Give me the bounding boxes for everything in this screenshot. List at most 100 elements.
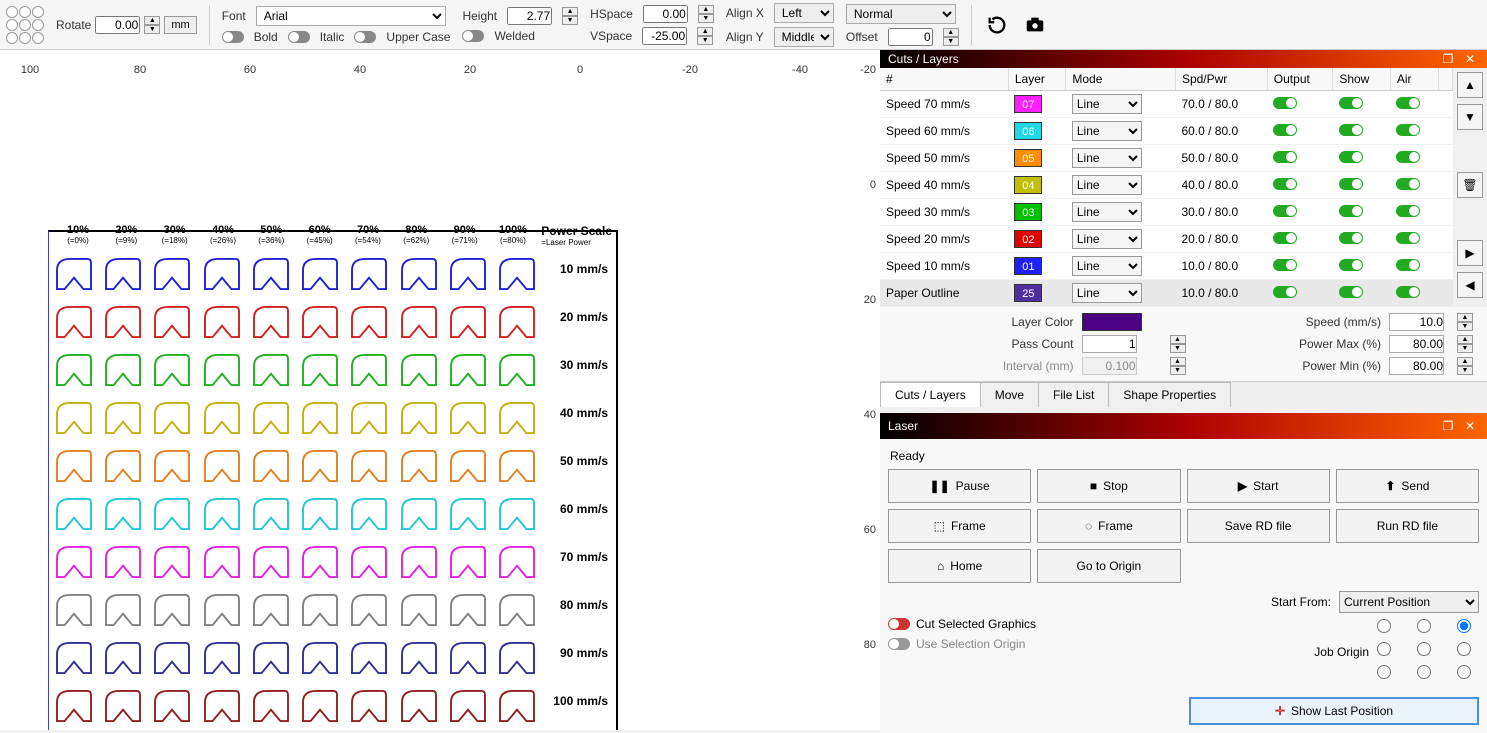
test-shape[interactable] [252, 449, 290, 483]
restore-icon[interactable]: ❐ [1439, 50, 1457, 68]
test-shape[interactable] [449, 305, 487, 339]
test-shape[interactable] [301, 353, 339, 387]
test-shape[interactable] [55, 257, 93, 291]
test-shape[interactable] [104, 545, 142, 579]
powermax-input[interactable] [1389, 335, 1444, 353]
test-shape[interactable] [301, 257, 339, 291]
output-toggle[interactable] [1273, 151, 1297, 163]
test-shape[interactable] [498, 689, 536, 723]
test-shape[interactable] [449, 497, 487, 531]
test-shape[interactable] [252, 305, 290, 339]
test-shape[interactable] [449, 593, 487, 627]
output-toggle[interactable] [1273, 178, 1297, 190]
send-button[interactable]: ⬆Send [1336, 469, 1479, 503]
test-shape[interactable] [400, 641, 438, 675]
mode-select[interactable]: Line [1072, 148, 1142, 168]
test-shape[interactable] [55, 689, 93, 723]
canvas-area[interactable]: 100806040200-20-40 -20020406080 10%(=0%)… [0, 50, 880, 730]
air-toggle[interactable] [1396, 205, 1420, 217]
test-shape[interactable] [55, 545, 93, 579]
test-shape[interactable] [55, 449, 93, 483]
test-shape[interactable] [203, 545, 241, 579]
test-shape[interactable] [498, 497, 536, 531]
goto-origin-button[interactable]: Go to Origin [1037, 549, 1180, 583]
test-shape[interactable] [400, 401, 438, 435]
show-last-position-button[interactable]: ✛Show Last Position [1189, 697, 1479, 725]
test-shape[interactable] [153, 689, 191, 723]
layer-color-swatch[interactable] [1082, 313, 1142, 331]
startfrom-select[interactable]: Current Position [1339, 591, 1479, 613]
speed-input[interactable] [1389, 313, 1444, 331]
show-toggle[interactable] [1339, 205, 1363, 217]
test-shape[interactable] [350, 689, 388, 723]
mode-select[interactable]: Line [1072, 94, 1142, 114]
refresh-icon[interactable] [984, 12, 1010, 38]
output-toggle[interactable] [1273, 286, 1297, 298]
test-shape[interactable] [203, 497, 241, 531]
test-shape[interactable] [350, 449, 388, 483]
test-shape[interactable] [350, 545, 388, 579]
layer-row[interactable]: Paper Outline25Line10.0 / 80.0 [880, 280, 1453, 307]
test-shape[interactable] [55, 641, 93, 675]
job-origin-grid[interactable] [1377, 619, 1479, 685]
test-shape[interactable] [55, 401, 93, 435]
test-shape[interactable] [203, 641, 241, 675]
test-shape[interactable] [203, 401, 241, 435]
test-shape[interactable] [153, 593, 191, 627]
layer-row[interactable]: Speed 50 mm/s05Line50.0 / 80.0 [880, 145, 1453, 172]
passcount-input[interactable] [1082, 335, 1137, 353]
layer-row[interactable]: Speed 60 mm/s06Line60.0 / 80.0 [880, 118, 1453, 145]
test-shape[interactable] [449, 641, 487, 675]
test-shape[interactable] [153, 305, 191, 339]
nav-left-button[interactable]: ◀ [1457, 272, 1483, 298]
test-shape[interactable] [498, 641, 536, 675]
test-shape[interactable] [252, 401, 290, 435]
pause-button[interactable]: ❚❚Pause [888, 469, 1031, 503]
nav-right-button[interactable]: ▶ [1457, 240, 1483, 266]
test-shape[interactable] [350, 401, 388, 435]
show-toggle[interactable] [1339, 124, 1363, 136]
test-shape[interactable] [203, 449, 241, 483]
test-shape[interactable] [104, 593, 142, 627]
output-toggle[interactable] [1273, 97, 1297, 109]
test-shape[interactable] [104, 689, 142, 723]
offset-input[interactable] [888, 28, 933, 46]
font-select[interactable]: Arial [256, 6, 446, 26]
output-toggle[interactable] [1273, 232, 1297, 244]
test-shape[interactable] [449, 353, 487, 387]
test-shape[interactable] [104, 353, 142, 387]
mode-select[interactable]: Line [1072, 175, 1142, 195]
mode-select[interactable]: Line [1072, 283, 1142, 303]
test-shape[interactable] [498, 545, 536, 579]
output-toggle[interactable] [1273, 259, 1297, 271]
tab-shape-properties[interactable]: Shape Properties [1108, 382, 1231, 407]
test-shape[interactable] [104, 305, 142, 339]
air-toggle[interactable] [1396, 286, 1420, 298]
alignx-select[interactable]: Left [774, 3, 834, 23]
test-shape[interactable] [350, 593, 388, 627]
layer-row[interactable]: Speed 20 mm/s02Line20.0 / 80.0 [880, 226, 1453, 253]
test-shape[interactable] [153, 353, 191, 387]
aligny-select[interactable]: Middle [774, 27, 834, 47]
test-shape[interactable] [449, 545, 487, 579]
stop-button[interactable]: ■Stop [1037, 469, 1180, 503]
air-toggle[interactable] [1396, 178, 1420, 190]
height-input[interactable] [507, 7, 552, 25]
test-shape[interactable] [153, 449, 191, 483]
layer-row[interactable]: Speed 10 mm/s01Line10.0 / 80.0 [880, 253, 1453, 280]
test-shape[interactable] [498, 257, 536, 291]
rotate-input[interactable] [95, 16, 140, 34]
restore-icon[interactable]: ❐ [1439, 417, 1457, 435]
test-shape[interactable] [55, 305, 93, 339]
test-shape[interactable] [498, 305, 536, 339]
layer-up-button[interactable]: ▲ [1457, 72, 1483, 98]
upper-toggle[interactable] [354, 31, 376, 43]
test-shape[interactable] [153, 545, 191, 579]
test-shape[interactable] [203, 305, 241, 339]
test-shape[interactable] [498, 449, 536, 483]
test-shape[interactable] [252, 641, 290, 675]
test-shape[interactable] [301, 545, 339, 579]
vspace-input[interactable] [642, 27, 687, 45]
show-toggle[interactable] [1339, 232, 1363, 244]
test-shape[interactable] [55, 497, 93, 531]
